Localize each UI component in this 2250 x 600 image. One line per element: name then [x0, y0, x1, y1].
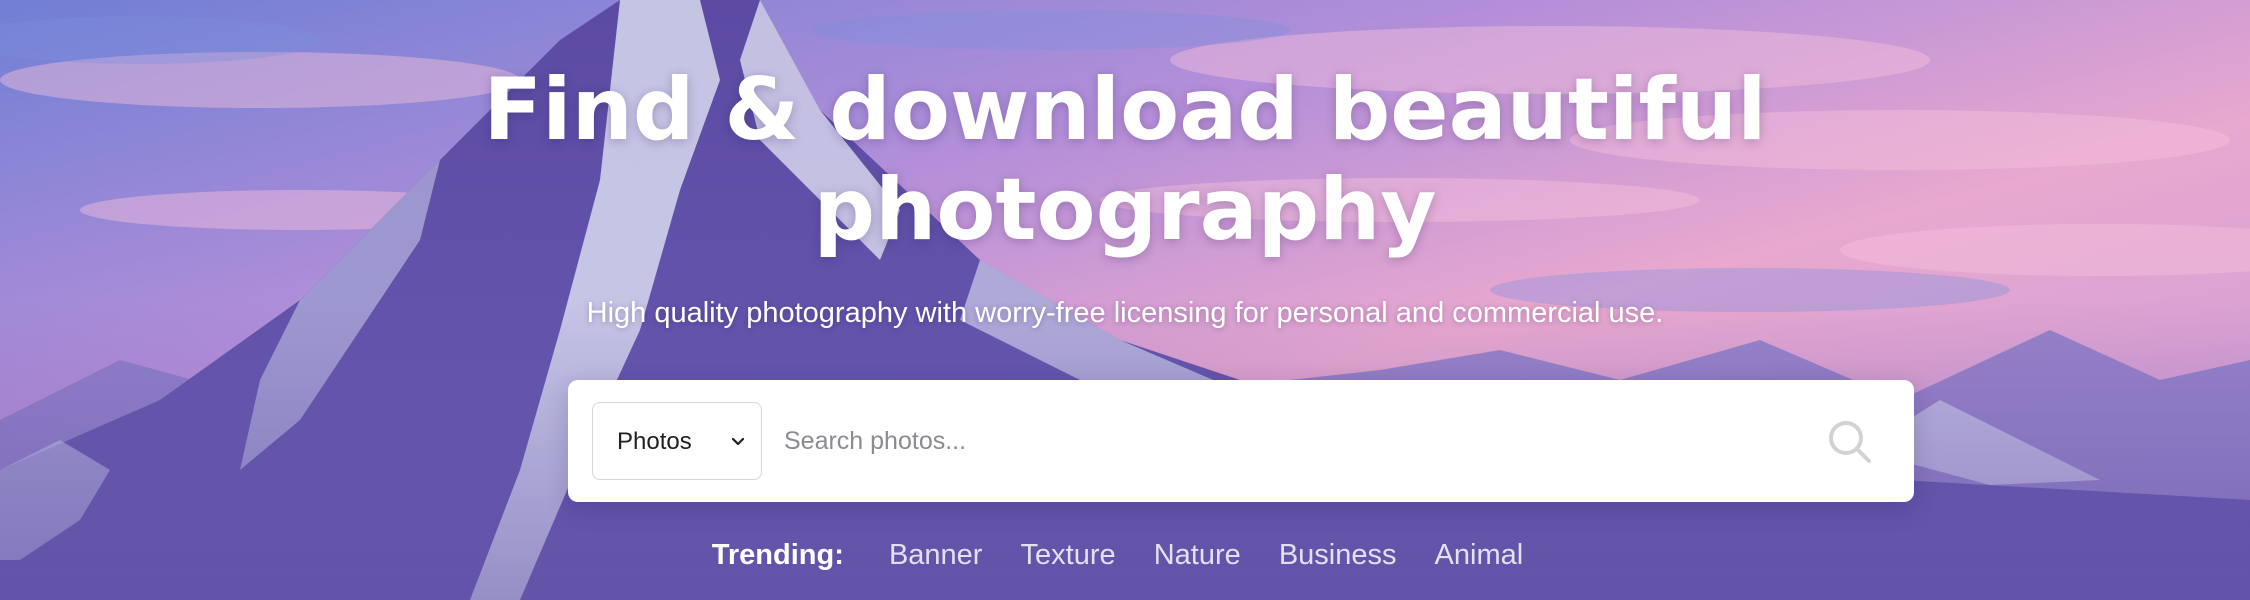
trending-label: Trending:: [711, 539, 844, 571]
hero-content: Find & download beautiful photography Hi…: [0, 0, 2250, 600]
trending-bar: Trending: Banner Texture Nature Business…: [0, 535, 2250, 575]
hero-section: Find & download beautiful photography Hi…: [0, 0, 2250, 600]
headline-line-1: Find & download beautiful: [483, 60, 1767, 160]
search-icon[interactable]: [1826, 418, 1874, 466]
hero-headline: Find & download beautiful photography: [0, 60, 2250, 260]
headline-line-2: photography: [813, 160, 1437, 260]
search-type-dropdown[interactable]: Photos: [592, 402, 762, 480]
trending-tag-banner[interactable]: Banner: [889, 539, 983, 571]
chevron-down-icon: [731, 437, 745, 446]
search-input[interactable]: [780, 402, 1790, 480]
trending-tag-animal[interactable]: Animal: [1435, 539, 1524, 571]
trending-tag-texture[interactable]: Texture: [1021, 539, 1116, 571]
trending-tag-nature[interactable]: Nature: [1154, 539, 1241, 571]
search-box: Photos: [568, 380, 1914, 502]
hero-subtitle: High quality photography with worry-free…: [586, 297, 1664, 329]
search-type-label: Photos: [617, 428, 692, 455]
trending-tag-business[interactable]: Business: [1279, 539, 1397, 571]
